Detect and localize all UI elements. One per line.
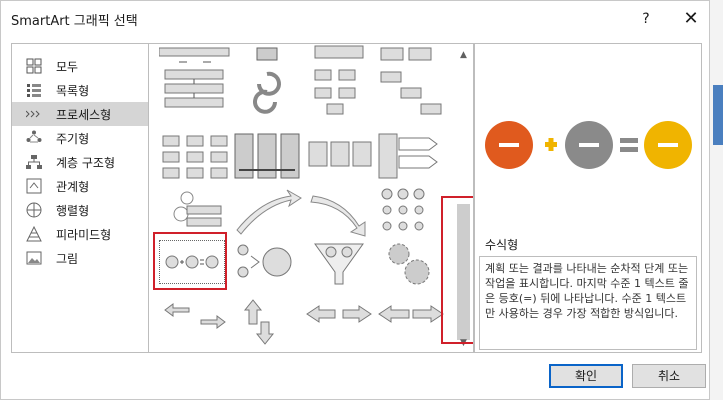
preview-pane: 수식형 계획 또는 결과를 나타내는 순차적 단계 또는 작업을 표시합니다. … (474, 43, 702, 353)
list-icon (26, 82, 42, 98)
scroll-up-arrow-icon[interactable]: ▲ (454, 48, 473, 62)
cycle-icon (26, 130, 42, 146)
layout-thumb-process-stack[interactable] (159, 44, 231, 67)
background-window-edge (710, 0, 723, 400)
dialog-title: SmartArt 그래픽 선택 (11, 14, 138, 29)
hierarchy-icon (26, 154, 42, 170)
picture-icon (26, 250, 42, 266)
category-process[interactable]: 프로세스형 (12, 102, 148, 126)
category-cycle[interactable]: 주기형 (12, 126, 148, 150)
layout-thumb-alternating-flow[interactable] (375, 44, 447, 67)
layout-thumb-vertical-process[interactable] (159, 66, 231, 121)
cancel-button[interactable]: 취소 (632, 364, 706, 388)
category-label: 계층 구조형 (56, 155, 116, 170)
layout-thumb-down-arrow-curve[interactable] (303, 186, 375, 241)
category-label: 목록형 (56, 83, 90, 98)
category-list[interactable]: 목록형 (12, 78, 148, 102)
layout-thumb-segmented-process[interactable] (231, 130, 303, 185)
layout-thumb-spiral-arrow[interactable] (231, 66, 303, 121)
category-label: 프로세스형 (56, 107, 112, 122)
title-bar: SmartArt 그래픽 선택 ? ✕ (1, 1, 709, 37)
pyramid-icon (26, 226, 42, 242)
category-relationship[interactable]: 관계형 (12, 174, 148, 198)
layout-thumb-funnel[interactable] (303, 236, 375, 291)
category-pyramid[interactable]: 피라미드형 (12, 222, 148, 246)
layout-thumb-accent-process[interactable] (375, 130, 447, 185)
layout-thumb-up-down-arrows[interactable] (231, 296, 303, 351)
preview-layout-name: 수식형 (485, 238, 519, 252)
help-button[interactable]: ? (634, 7, 658, 31)
layout-thumb-circle-grid[interactable] (375, 186, 447, 241)
layout-thumb-funnel-input[interactable] (231, 236, 303, 291)
layout-thumb-pie-process[interactable] (303, 130, 375, 185)
layout-thumb-up-arrow[interactable] (231, 186, 303, 241)
category-label: 피라미드형 (56, 227, 112, 242)
category-panel: 모두 목록형 프로세스형 주기형 계층 구조형 관계형 행렬형 피라미드형 그림 (11, 43, 148, 353)
ok-button[interactable]: 확인 (549, 364, 623, 388)
matrix-icon (26, 202, 42, 218)
category-label: 모두 (56, 59, 79, 74)
process-icon (26, 106, 42, 122)
layout-thumb-down-arrow[interactable] (231, 44, 303, 67)
scrollbar-highlight (441, 196, 473, 344)
preview-image (475, 44, 701, 229)
category-hierarchy[interactable]: 계층 구조형 (12, 150, 148, 174)
layout-thumb-bending-process[interactable] (303, 66, 375, 121)
layout-gallery: ▲ ▼ (148, 43, 474, 353)
smartart-dialog: SmartArt 그래픽 선택 ? ✕ 모두 목록형 프로세스형 주기형 계층 … (0, 0, 710, 400)
close-button[interactable]: ✕ (677, 7, 705, 31)
layout-thumb-step-down[interactable] (375, 66, 447, 121)
category-all[interactable]: 모두 (12, 54, 148, 78)
category-label: 주기형 (56, 131, 90, 146)
layout-thumb-opposing-arrows[interactable] (159, 296, 231, 351)
preview-description: 계획 또는 결과를 나타내는 순차적 단계 또는 작업을 표시합니다. 마지막 … (479, 256, 697, 350)
relationship-icon (26, 178, 42, 194)
layout-thumb-stacked-bars[interactable] (303, 44, 375, 67)
layout-thumb-diverging-arrows[interactable] (375, 296, 447, 351)
selection-highlight (153, 232, 227, 290)
category-label: 관계형 (56, 179, 90, 194)
all-icon (26, 58, 42, 74)
layout-thumb-converging-arrows[interactable] (303, 296, 375, 351)
category-label: 행렬형 (56, 203, 90, 218)
layout-thumb-repeating-bending[interactable] (159, 130, 231, 185)
category-picture[interactable]: 그림 (12, 246, 148, 270)
category-matrix[interactable]: 행렬형 (12, 198, 148, 222)
layout-thumb-gear[interactable] (375, 236, 447, 291)
category-label: 그림 (56, 251, 79, 266)
